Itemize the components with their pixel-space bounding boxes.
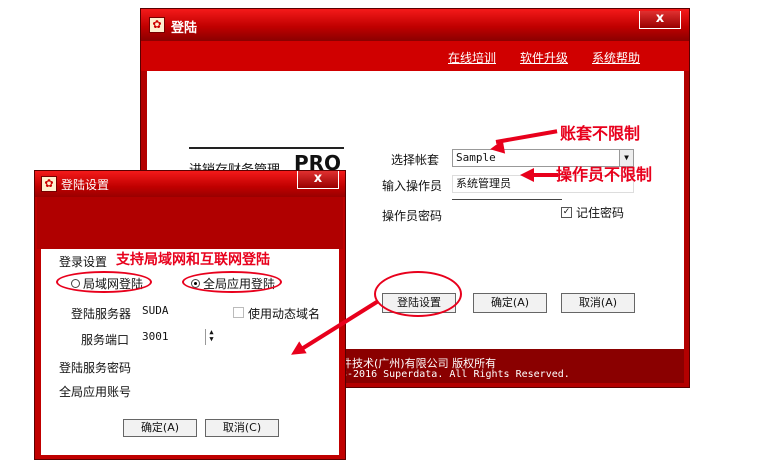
remember-password-checkbox[interactable]: ✓ [561,207,572,218]
server-value: SUDA [142,304,169,317]
port-label: 服务端口 [81,333,130,347]
settings-close-button[interactable]: x [297,171,339,189]
global-account-label: 全局应用账号 [59,385,132,399]
settings-window: ✿ 登陆设置 x 登录设置 局域网登陆 全局应用登陆 登陆服务器 SUDA 使用… [34,170,346,460]
operator-arrow-head [520,168,534,182]
network-annotation: 支持局域网和互联网登陆 [116,252,270,268]
login-close-button[interactable]: x [639,11,681,29]
server-label: 登陆服务器 [71,307,132,321]
server-input[interactable]: SUDA [139,303,219,321]
menu-software-upgrade[interactable]: 软件升级 [520,49,568,66]
rights-line: 3-2016 Superdata. All Rights Reserved. [341,369,570,380]
settings-title: 登陆设置 [61,178,110,192]
port-value: 3001 [142,330,169,343]
login-cancel-button[interactable]: 取消(A) [561,293,635,313]
dynamic-domain-checkbox[interactable] [233,307,244,318]
operator-label: 输入操作员 [382,179,443,193]
login-menu-bar: 在线培训 软件升级 系统帮助 [141,41,689,71]
global-account-input[interactable] [139,381,239,399]
settings-header-band [37,197,343,249]
port-input[interactable]: 3001 ▲ ▼ [139,329,217,347]
account-arrow-head [488,139,506,157]
settings-cancel-label: 取消(C) [222,421,262,434]
server-password-label: 登陆服务密码 [59,361,132,375]
menu-system-help[interactable]: 系统帮助 [592,49,640,66]
lan-radio-highlight [56,271,152,293]
account-annotation: 账套不限制 [560,124,641,143]
operator-value: 系统管理员 [456,177,511,190]
account-label: 选择帐套 [391,153,440,167]
login-title: 登陆 [171,21,198,36]
login-ok-label: 确定(A) [490,296,530,309]
close-icon: x [313,171,323,186]
settings-ok-button[interactable]: 确定(A) [123,419,197,437]
settings-button-highlight [374,271,462,317]
login-setting-section-label: 登录设置 [59,255,108,269]
operator-arrow-shaft [530,173,558,177]
remember-password-label: 记住密码 [576,206,625,220]
settings-cancel-button[interactable]: 取消(C) [205,419,279,437]
app-logo-icon: ✿ [149,17,165,33]
close-icon: x [655,11,665,26]
password-label: 操作员密码 [382,209,443,223]
dynamic-domain-label: 使用动态域名 [248,307,321,321]
login-ok-button[interactable]: 确定(A) [473,293,547,313]
settings-logo-icon: ✿ [41,176,57,192]
password-input[interactable] [452,199,562,200]
settings-ok-label: 确定(A) [140,421,180,434]
operator-annotation: 操作员不限制 [556,165,653,184]
port-spinner-icon[interactable]: ▲ ▼ [205,329,217,345]
settings-titlebar[interactable]: ✿ 登陆设置 x [35,171,345,197]
global-radio-highlight [182,271,282,293]
server-password-input[interactable] [139,357,239,375]
brand-divider [189,147,344,149]
menu-online-training[interactable]: 在线培训 [448,49,496,66]
login-cancel-label: 取消(A) [578,296,618,309]
login-titlebar[interactable]: ✿ 登陆 x [141,9,689,41]
